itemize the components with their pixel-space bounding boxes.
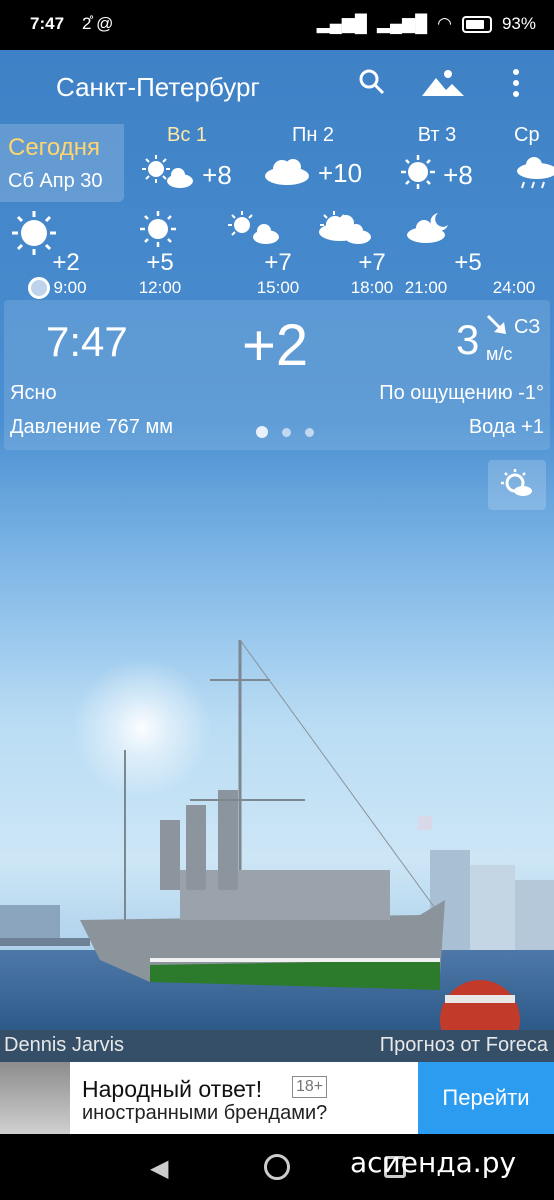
- current-hour-marker: [28, 277, 50, 299]
- day-tabs: Сегодня Сб Апр 30 Вс 1 +8 Пн 2 +10 Вт 3 …: [0, 124, 554, 204]
- hour-temp: +7: [358, 249, 386, 276]
- battery-icon: [461, 15, 492, 33]
- wind-speed: 3: [456, 316, 480, 363]
- cloud-icon: [264, 155, 310, 192]
- hour-temp: +2: [52, 249, 80, 276]
- ad-banner[interactable]: Народный ответ! 18+ иностранными брендам…: [0, 1062, 554, 1134]
- battery-percent: 93%: [501, 14, 536, 33]
- weather-photo-button[interactable]: [488, 460, 546, 510]
- pressure: Давление 767 мм: [10, 416, 173, 438]
- hour-time: 12:00: [138, 278, 182, 297]
- page-dot: [305, 427, 314, 437]
- photo-author[interactable]: Dennis Jarvis: [4, 1034, 124, 1057]
- sun-cloud-icon: [228, 211, 280, 250]
- age-rating-badge: 18+: [292, 1076, 328, 1098]
- watermark-text: асиенда.ру: [350, 1146, 517, 1179]
- day-temp: +8: [202, 160, 232, 190]
- hour-time: 15:00: [256, 278, 300, 297]
- page-dot: [282, 427, 291, 437]
- more-vert-icon[interactable]: [510, 68, 522, 105]
- search-icon[interactable]: [358, 68, 386, 103]
- background-photo: [0, 520, 554, 1030]
- ad-title: Народный ответ!: [82, 1076, 263, 1102]
- sun-cloud-icon: [142, 155, 194, 196]
- water-temp: Вода +1: [468, 416, 544, 438]
- city-title[interactable]: Санкт-Петербург: [56, 72, 260, 103]
- home-icon[interactable]: [264, 1154, 290, 1180]
- photo-credit-bar: Dennis Jarvis Прогноз от Foreca: [0, 1030, 554, 1062]
- day-temp: +10: [317, 158, 363, 188]
- day-label: Вс 1: [166, 124, 208, 146]
- wind-unit: м/с: [486, 344, 513, 364]
- status-bar: 7:47 2̊ @ ▂▄▆█ ▂▄▆█ ◠ 93%: [0, 0, 554, 50]
- page-indicator: [256, 426, 314, 438]
- sun-cloud-icon: [501, 468, 533, 502]
- hour-time: 24:00: [492, 278, 536, 297]
- tab-day-2[interactable]: Пн 2 +10: [258, 124, 368, 202]
- wind-direction-arrow-icon: [486, 314, 508, 343]
- signal-icon: ▂▄▆█: [316, 14, 367, 33]
- current-conditions[interactable]: 7:47 +2 3 СЗ м/с Ясно По ощущению -1° Да…: [4, 300, 550, 450]
- sun-icon: [140, 211, 176, 252]
- day-label: Вт 3: [417, 124, 457, 146]
- hour-temp: +5: [146, 249, 174, 276]
- tab-day-1[interactable]: Вс 1 +8: [132, 124, 242, 202]
- hour-time: 21:00: [404, 278, 448, 297]
- hour-temp: +7: [264, 249, 292, 276]
- wind-direction: СЗ: [514, 316, 541, 338]
- status-right: ▂▄▆█ ▂▄▆█ ◠ 93%: [317, 14, 536, 34]
- landscape-icon[interactable]: [422, 68, 464, 105]
- status-misc: 2̊ @: [82, 14, 114, 33]
- today-label: Сегодня: [8, 134, 100, 161]
- night-cloud-icon: [406, 211, 452, 250]
- tab-today[interactable]: Сегодня Сб Апр 30: [0, 124, 124, 202]
- hour-temp: +5: [454, 249, 482, 276]
- day-label: Ср: [514, 124, 540, 146]
- ad-go-button[interactable]: Перейти: [418, 1062, 554, 1134]
- day-temp: +8: [443, 160, 473, 190]
- forecast-source[interactable]: Прогноз от Foreca: [380, 1034, 548, 1057]
- status-time: 7:47: [30, 14, 65, 33]
- sun-icon: [401, 155, 436, 196]
- cloud-icon: [318, 211, 362, 246]
- page-dot: [256, 426, 268, 438]
- current-temp: +2: [242, 313, 309, 378]
- wifi-icon: ◠: [437, 14, 452, 33]
- ad-image[interactable]: [0, 1062, 70, 1134]
- signal-icon-2: ▂▄▆█: [376, 14, 428, 33]
- back-icon[interactable]: ◀: [150, 1154, 168, 1183]
- day-label: Пн 2: [291, 124, 335, 146]
- condition-text: Ясно: [10, 382, 57, 404]
- feels-like: По ощущению -1°: [379, 382, 544, 404]
- today-date: Сб Апр 30: [8, 170, 103, 192]
- tab-day-3[interactable]: Вт 3 +8: [392, 124, 482, 202]
- hourly-forecast[interactable]: +2 9:00 +5 12:00 +7 15:00 +7 18:00 +5 21…: [0, 205, 554, 299]
- app-bar: Санкт-Петербург: [0, 50, 554, 122]
- rain-cloud-icon: [514, 155, 554, 198]
- tab-day-4[interactable]: Ср: [514, 124, 554, 202]
- current-time: 7:47: [46, 318, 128, 365]
- ad-subtitle: иностранными брендами?: [82, 1102, 328, 1124]
